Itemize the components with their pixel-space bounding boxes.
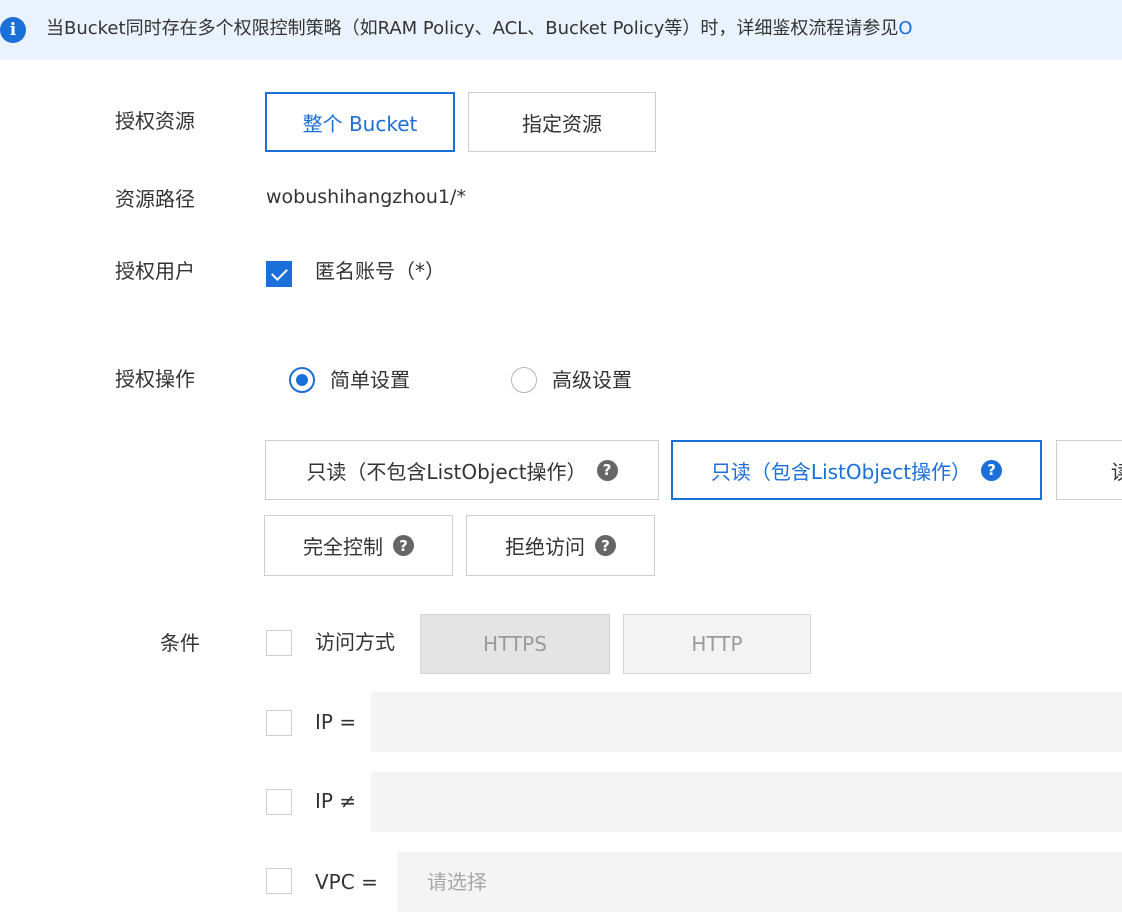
https-button: HTTPS xyxy=(420,614,610,674)
readonly-with-listobject-button[interactable]: 只读（包含ListObject操作） ? xyxy=(671,440,1042,500)
simple-settings-label[interactable]: 简单设置 xyxy=(330,366,410,394)
user-label: 授权用户 xyxy=(115,259,195,283)
notice-message: 当Bucket同时存在多个权限控制策略（如RAM Policy、ACL、Buck… xyxy=(46,18,899,39)
path-label: 资源路径 xyxy=(115,187,195,211)
resource-label: 授权资源 xyxy=(115,109,195,133)
http-button: HTTP xyxy=(623,614,811,674)
permission-label: 完全控制 xyxy=(303,535,383,559)
permission-label: 只读（包含ListObject操作） xyxy=(710,459,972,484)
deny-access-button[interactable]: 拒绝访问 ? xyxy=(466,515,655,576)
anonymous-account-checkbox[interactable] xyxy=(266,261,292,287)
readonly-without-listobject-button[interactable]: 只读（不包含ListObject操作） ? xyxy=(265,440,659,500)
vpc-select[interactable] xyxy=(397,852,1122,912)
help-icon[interactable]: ? xyxy=(393,535,414,556)
permission-label: 读 xyxy=(1111,459,1122,484)
help-icon[interactable]: ? xyxy=(595,535,616,556)
resource-path-value: wobushihangzhou1/* xyxy=(266,186,466,208)
access-method-checkbox[interactable] xyxy=(266,630,292,656)
info-icon: i xyxy=(0,17,26,43)
simple-settings-radio[interactable] xyxy=(289,367,315,393)
permission-label: 拒绝访问 xyxy=(505,535,585,559)
whole-bucket-button[interactable]: 整个 Bucket xyxy=(265,92,455,152)
ip-not-equals-input[interactable] xyxy=(371,772,1122,832)
vpc-checkbox[interactable] xyxy=(266,868,292,894)
notice-text: 当Bucket同时存在多个权限控制策略（如RAM Policy、ACL、Buck… xyxy=(46,17,913,41)
operation-label: 授权操作 xyxy=(115,367,195,391)
ip-not-equals-label: IP ≠ xyxy=(315,789,357,813)
condition-label: 条件 xyxy=(160,631,200,655)
access-method-label: 访问方式 xyxy=(315,630,395,654)
ip-equals-input[interactable] xyxy=(371,692,1122,752)
ip-equals-checkbox[interactable] xyxy=(266,710,292,736)
permission-label: 只读（不包含ListObject操作） xyxy=(306,459,587,484)
notice-link[interactable]: O xyxy=(898,18,912,39)
help-icon[interactable]: ? xyxy=(596,459,618,481)
advanced-settings-radio[interactable] xyxy=(511,367,537,393)
notice-bar: i 当Bucket同时存在多个权限控制策略（如RAM Policy、ACL、Bu… xyxy=(0,0,1122,60)
full-control-button[interactable]: 完全控制 ? xyxy=(264,515,453,576)
vpc-label: VPC = xyxy=(315,870,378,894)
anonymous-account-label: 匿名账号（*） xyxy=(315,259,445,283)
ip-equals-label: IP = xyxy=(315,710,357,734)
advanced-settings-label[interactable]: 高级设置 xyxy=(552,366,632,394)
ip-not-equals-checkbox[interactable] xyxy=(266,789,292,815)
read-write-button[interactable]: 读 xyxy=(1056,440,1122,500)
help-icon[interactable]: ? xyxy=(981,459,1003,481)
specified-resource-button[interactable]: 指定资源 xyxy=(468,92,656,152)
